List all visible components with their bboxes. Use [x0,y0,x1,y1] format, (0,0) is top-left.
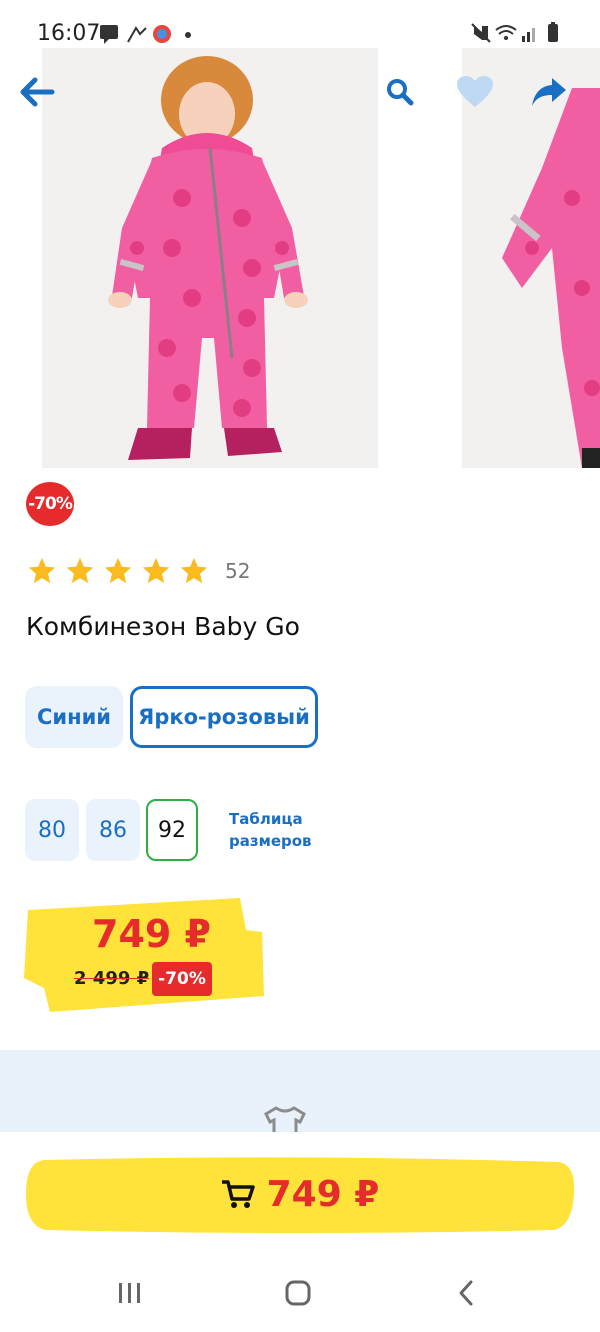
home-button[interactable] [268,1270,328,1316]
size-table-line1: Таблица [229,810,303,828]
product-title: Комбинезон Baby Go [26,612,300,641]
size-table-link[interactable]: Таблица размеров [229,808,312,852]
review-count[interactable]: 52 [225,559,250,583]
size-option-86[interactable]: 86 [86,799,140,861]
top-action-bar [0,70,600,120]
recent-apps-icon [119,1283,140,1303]
chevron-left-icon [459,1280,473,1306]
old-price: 2 499 ₽ [74,968,150,989]
arrow-left-icon [20,77,55,107]
share-button[interactable] [527,70,571,114]
system-nav-bar [0,1254,600,1332]
cart-button-price: 749 ₽ [266,1173,380,1215]
price-block: 749 ₽ 2 499 ₽ -70% [24,898,266,1012]
search-button[interactable] [378,70,422,114]
heart-icon [457,76,493,107]
price-discount-tag: -70% [152,962,212,996]
cart-button-content: 749 ₽ [24,1154,576,1234]
search-icon [387,79,414,106]
color-option-bright-pink[interactable]: Ярко-розовый [130,686,318,748]
size-option-80[interactable]: 80 [25,799,79,861]
size-table-line2: размеров [229,832,312,850]
star-icon [180,557,208,583]
add-to-cart-button[interactable]: 749 ₽ [24,1154,576,1234]
home-icon [285,1280,311,1306]
status-time: 16:07 [37,21,101,46]
favorite-button[interactable] [453,70,497,114]
back-button[interactable] [15,70,59,114]
star-icon [28,557,56,583]
current-price: 749 ₽ [92,912,211,956]
rating[interactable]: 52 [27,554,250,588]
size-option-label: 86 [99,817,127,843]
color-option-label: Ярко-розовый [138,705,310,729]
color-option-label: Синий [36,705,112,729]
system-status-icons [471,22,558,43]
star-icon [142,557,170,583]
notification-icons [100,25,191,44]
cart-icon [221,1180,255,1208]
discount-badge: -70% [26,482,74,526]
star-icon [66,557,94,583]
color-option-blue[interactable]: Синий [25,686,123,748]
size-option-92[interactable]: 92 [146,799,198,861]
recent-apps-button[interactable] [100,1270,160,1316]
size-option-label: 80 [38,817,66,843]
size-option-label: 92 [158,817,186,843]
star-icon [104,557,132,583]
share-icon [532,78,566,106]
system-back-button[interactable] [436,1270,496,1316]
